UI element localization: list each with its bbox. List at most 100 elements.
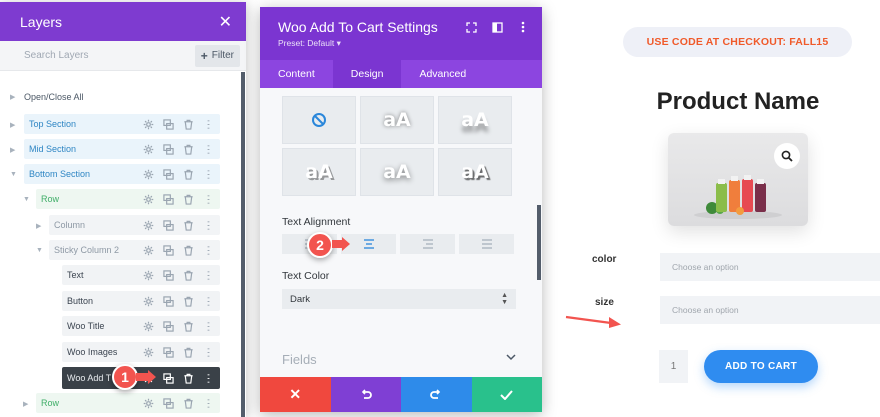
duplicate-icon[interactable] bbox=[162, 244, 174, 256]
shadow-preset-2[interactable]: aA bbox=[438, 96, 512, 144]
layer-actions bbox=[142, 114, 214, 134]
layer-item-mid-section[interactable]: Mid Section bbox=[24, 139, 220, 159]
trash-icon[interactable] bbox=[182, 143, 194, 155]
duplicate-icon[interactable] bbox=[162, 219, 174, 231]
layer-item-bottom-section[interactable]: Bottom Section bbox=[24, 164, 220, 184]
step-badge-2: 2 bbox=[307, 232, 333, 258]
gear-icon[interactable] bbox=[142, 193, 154, 205]
trash-icon[interactable] bbox=[182, 244, 194, 256]
layers-scrollbar[interactable] bbox=[241, 72, 245, 417]
shadow-preview-text: aA bbox=[461, 161, 489, 183]
add-to-cart-button[interactable]: ADD TO CART bbox=[704, 350, 818, 383]
color-select[interactable]: Choose an option bbox=[660, 253, 880, 281]
more-options-icon[interactable] bbox=[202, 320, 214, 332]
discard-button[interactable]: ✕ bbox=[260, 377, 331, 412]
gear-icon[interactable] bbox=[142, 295, 154, 307]
fields-toggle[interactable]: Fields bbox=[282, 352, 317, 367]
more-options-icon[interactable] bbox=[202, 269, 214, 281]
duplicate-icon[interactable] bbox=[162, 320, 174, 332]
gear-icon[interactable] bbox=[142, 168, 154, 180]
more-options-icon[interactable] bbox=[202, 118, 214, 130]
open-close-all-toggle[interactable]: ▶ Open/Close All bbox=[10, 92, 84, 102]
save-button[interactable] bbox=[471, 377, 542, 412]
size-select[interactable]: Choose an option bbox=[660, 296, 880, 324]
trash-icon[interactable] bbox=[182, 269, 194, 281]
trash-icon[interactable] bbox=[182, 397, 194, 409]
gear-icon[interactable] bbox=[142, 269, 154, 281]
quantity-input[interactable]: 1 bbox=[659, 350, 688, 383]
layer-item-row-2[interactable]: Row bbox=[36, 393, 220, 413]
duplicate-icon[interactable] bbox=[162, 397, 174, 409]
layer-item-sticky-column-2[interactable]: Sticky Column 2 bbox=[49, 240, 220, 260]
layer-item-column[interactable]: Column bbox=[49, 215, 220, 235]
trash-icon[interactable] bbox=[182, 118, 194, 130]
shadow-preset-3[interactable]: aA bbox=[282, 148, 356, 196]
more-options-icon[interactable] bbox=[202, 143, 214, 155]
trash-icon[interactable] bbox=[182, 193, 194, 205]
align-right-button[interactable] bbox=[400, 234, 455, 254]
duplicate-icon[interactable] bbox=[162, 372, 174, 384]
trash-icon[interactable] bbox=[182, 320, 194, 332]
search-input[interactable] bbox=[24, 50, 164, 61]
layers-title: Layers bbox=[20, 13, 63, 30]
redo-button[interactable] bbox=[401, 377, 472, 412]
layer-item-top-section[interactable]: Top Section bbox=[24, 114, 220, 134]
settings-tabs: Content Design Advanced bbox=[260, 60, 542, 88]
trash-icon[interactable] bbox=[182, 372, 194, 384]
tab-advanced[interactable]: Advanced bbox=[401, 60, 484, 88]
filter-button[interactable]: + Filter bbox=[194, 44, 240, 67]
duplicate-icon[interactable] bbox=[162, 346, 174, 358]
duplicate-icon[interactable] bbox=[162, 168, 174, 180]
more-options-icon[interactable] bbox=[202, 397, 214, 409]
text-shadow-presets: aA aA aA aA aA bbox=[282, 96, 512, 196]
gear-icon[interactable] bbox=[142, 219, 154, 231]
layer-item-row[interactable]: Row bbox=[36, 189, 220, 209]
gear-icon[interactable] bbox=[142, 244, 154, 256]
gear-icon[interactable] bbox=[142, 346, 154, 358]
more-options-icon[interactable] bbox=[202, 295, 214, 307]
trash-icon[interactable] bbox=[182, 168, 194, 180]
settings-scrollbar[interactable] bbox=[537, 205, 541, 280]
shadow-preset-4[interactable]: aA bbox=[360, 148, 434, 196]
more-options-icon[interactable] bbox=[202, 193, 214, 205]
duplicate-icon[interactable] bbox=[162, 269, 174, 281]
text-color-select[interactable]: Dark ▲ ▼ bbox=[282, 289, 516, 309]
duplicate-icon[interactable] bbox=[162, 143, 174, 155]
trash-icon[interactable] bbox=[182, 295, 194, 307]
align-justify-button[interactable] bbox=[459, 234, 514, 254]
zoom-button[interactable] bbox=[774, 143, 800, 169]
shadow-preset-5[interactable]: aA bbox=[438, 148, 512, 196]
close-icon[interactable]: ✕ bbox=[219, 12, 232, 32]
tab-design[interactable]: Design bbox=[332, 60, 402, 88]
layer-item-text[interactable]: Text bbox=[62, 265, 220, 285]
duplicate-icon[interactable] bbox=[162, 295, 174, 307]
duplicate-icon[interactable] bbox=[162, 193, 174, 205]
shadow-preset-1[interactable]: aA bbox=[360, 96, 434, 144]
shadow-none-option[interactable] bbox=[282, 96, 356, 144]
layer-item-woo-images[interactable]: Woo Images bbox=[62, 342, 220, 362]
layer-item-button[interactable]: Button bbox=[62, 291, 220, 311]
trash-icon[interactable] bbox=[182, 219, 194, 231]
gear-icon[interactable] bbox=[142, 118, 154, 130]
duplicate-icon[interactable] bbox=[162, 118, 174, 130]
more-options-icon[interactable] bbox=[202, 346, 214, 358]
layer-actions bbox=[142, 240, 214, 260]
more-options-icon[interactable] bbox=[202, 372, 214, 384]
trash-icon[interactable] bbox=[182, 346, 194, 358]
more-options-icon[interactable] bbox=[202, 168, 214, 180]
layer-item-woo-title[interactable]: Woo Title bbox=[62, 316, 220, 336]
layer-label: Woo Add T bbox=[67, 373, 112, 383]
split-view-icon[interactable] bbox=[490, 20, 504, 34]
layer-actions bbox=[142, 393, 214, 413]
more-options-icon[interactable] bbox=[516, 20, 530, 34]
more-options-icon[interactable] bbox=[202, 219, 214, 231]
product-image[interactable] bbox=[668, 133, 808, 226]
gear-icon[interactable] bbox=[142, 397, 154, 409]
fullscreen-icon[interactable] bbox=[464, 20, 478, 34]
gear-icon[interactable] bbox=[142, 320, 154, 332]
undo-button[interactable] bbox=[330, 377, 401, 412]
more-options-icon[interactable] bbox=[202, 244, 214, 256]
preset-selector[interactable]: Preset: Default ▾ bbox=[278, 38, 542, 49]
tab-content[interactable]: Content bbox=[260, 60, 333, 88]
gear-icon[interactable] bbox=[142, 143, 154, 155]
